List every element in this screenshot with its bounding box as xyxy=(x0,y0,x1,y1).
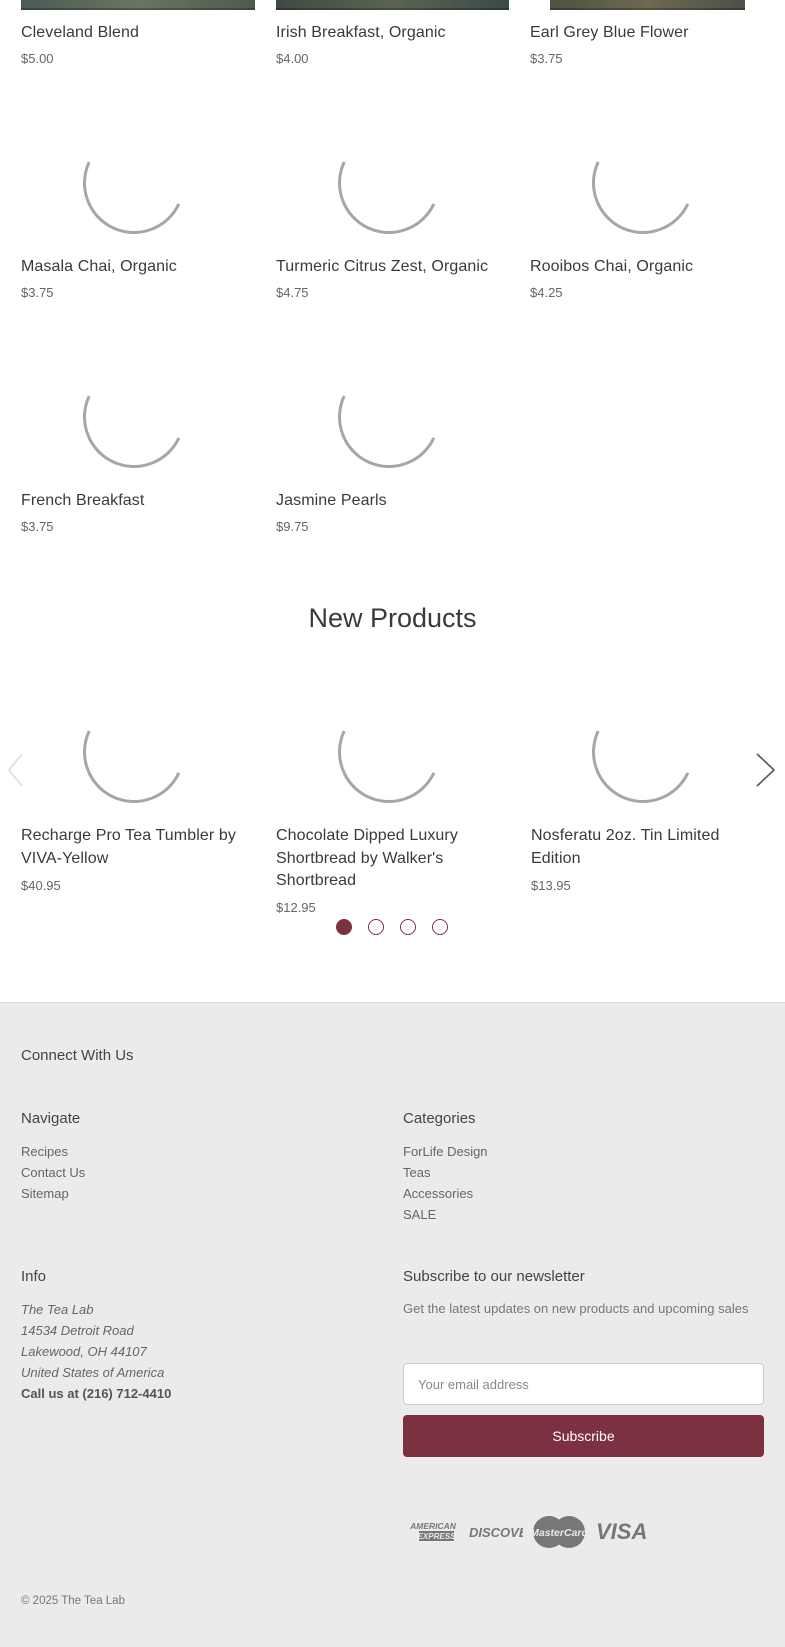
loading-spinner-icon xyxy=(323,117,455,249)
product-price: $5.00 xyxy=(21,51,54,66)
product-name[interactable]: Recharge Pro Tea Tumbler by VIVA-Yellow xyxy=(21,825,256,870)
amex-line1-text: AMERICAN xyxy=(409,1521,457,1531)
product-name[interactable]: Cleveland Blend xyxy=(21,22,139,45)
carousel-dot-3[interactable] xyxy=(400,919,416,935)
product-name[interactable]: Earl Grey Blue Flower xyxy=(530,22,689,45)
footer-link-forlife-design[interactable]: ForLife Design xyxy=(403,1144,488,1159)
subscribe-button[interactable]: Subscribe xyxy=(403,1415,764,1457)
discover-text: DISCOVER xyxy=(469,1525,523,1540)
loading-spinner-icon xyxy=(68,686,200,818)
phone-number[interactable]: Call us at (216) 712-4410 xyxy=(21,1386,171,1401)
address-line: United States of America xyxy=(21,1365,165,1380)
section-title-new-products: New Products xyxy=(308,603,477,633)
product-price: $3.75 xyxy=(21,285,54,300)
visa-text: VISA xyxy=(596,1519,647,1543)
address-line: The Tea Lab xyxy=(21,1302,94,1317)
newsletter-heading: Subscribe to our newsletter xyxy=(403,1268,585,1285)
newsletter-email-input[interactable] xyxy=(403,1363,764,1405)
product-image-irish-breakfast[interactable] xyxy=(276,0,509,10)
product-price: $9.75 xyxy=(276,519,309,534)
visa-icon: VISA xyxy=(596,1519,650,1548)
address-line: 14534 Detroit Road xyxy=(21,1323,134,1338)
product-price: $12.95 xyxy=(276,900,316,915)
product-name[interactable]: French Breakfast xyxy=(21,490,144,513)
carousel-dot-1[interactable] xyxy=(336,919,352,935)
product-price: $4.00 xyxy=(276,51,309,66)
footer-link-recipes[interactable]: Recipes xyxy=(21,1144,68,1159)
product-name[interactable]: Nosferatu 2oz. Tin Limited Edition xyxy=(531,825,746,870)
amex-line2-text: EXPRESS xyxy=(418,1532,456,1541)
american-express-icon: AMERICAN EXPRESS xyxy=(408,1520,458,1547)
product-image-cleveland-blend[interactable] xyxy=(21,0,255,10)
footer-link-contact-us[interactable]: Contact Us xyxy=(21,1165,85,1180)
loading-spinner-icon xyxy=(68,117,200,249)
carousel-prev-arrow-icon[interactable] xyxy=(6,752,24,793)
loading-spinner-icon xyxy=(68,351,200,483)
product-name[interactable]: Irish Breakfast, Organic xyxy=(276,22,446,45)
carousel-next-arrow-icon[interactable] xyxy=(755,752,777,793)
loading-spinner-icon xyxy=(577,117,709,249)
carousel-dot-4[interactable] xyxy=(432,919,448,935)
navigate-heading: Navigate xyxy=(21,1110,81,1127)
product-price: $3.75 xyxy=(530,51,563,66)
product-image-earl-grey[interactable] xyxy=(550,0,745,10)
product-price: $4.75 xyxy=(276,285,309,300)
product-name[interactable]: Chocolate Dipped Luxury Shortbread by Wa… xyxy=(276,825,491,893)
loading-spinner-icon xyxy=(323,351,455,483)
product-price: $4.25 xyxy=(530,285,563,300)
product-name[interactable]: Turmeric Citrus Zest, Organic xyxy=(276,256,488,279)
mastercard-text: MasterCard xyxy=(532,1527,586,1539)
product-name[interactable]: Rooibos Chai, Organic xyxy=(530,256,693,279)
categories-heading: Categories xyxy=(403,1110,476,1127)
product-price: $3.75 xyxy=(21,519,54,534)
footer-link-sitemap[interactable]: Sitemap xyxy=(21,1186,69,1201)
loading-spinner-icon xyxy=(323,686,455,818)
newsletter-description: Get the latest updates on new products a… xyxy=(403,1301,749,1316)
address-line: Lakewood, OH 44107 xyxy=(21,1344,147,1359)
footer-link-sale[interactable]: SALE xyxy=(403,1207,436,1222)
product-price: $13.95 xyxy=(531,878,571,893)
mastercard-icon: MasterCard xyxy=(530,1515,588,1554)
footer-link-teas[interactable]: Teas xyxy=(403,1165,430,1180)
product-price: $40.95 xyxy=(21,878,61,893)
footer-link-accessories[interactable]: Accessories xyxy=(403,1186,473,1201)
connect-heading: Connect With Us xyxy=(21,1047,134,1064)
loading-spinner-icon xyxy=(577,686,709,818)
carousel-dot-2[interactable] xyxy=(368,919,384,935)
discover-icon: DISCOVER xyxy=(469,1524,538,1545)
info-heading: Info xyxy=(21,1268,47,1285)
product-name[interactable]: Jasmine Pearls xyxy=(276,490,387,513)
product-name[interactable]: Masala Chai, Organic xyxy=(21,256,177,279)
copyright-text: © 2025 The Tea Lab xyxy=(21,1595,125,1607)
site-footer: Connect With Us Navigate Recipes Contact… xyxy=(0,1002,785,1647)
